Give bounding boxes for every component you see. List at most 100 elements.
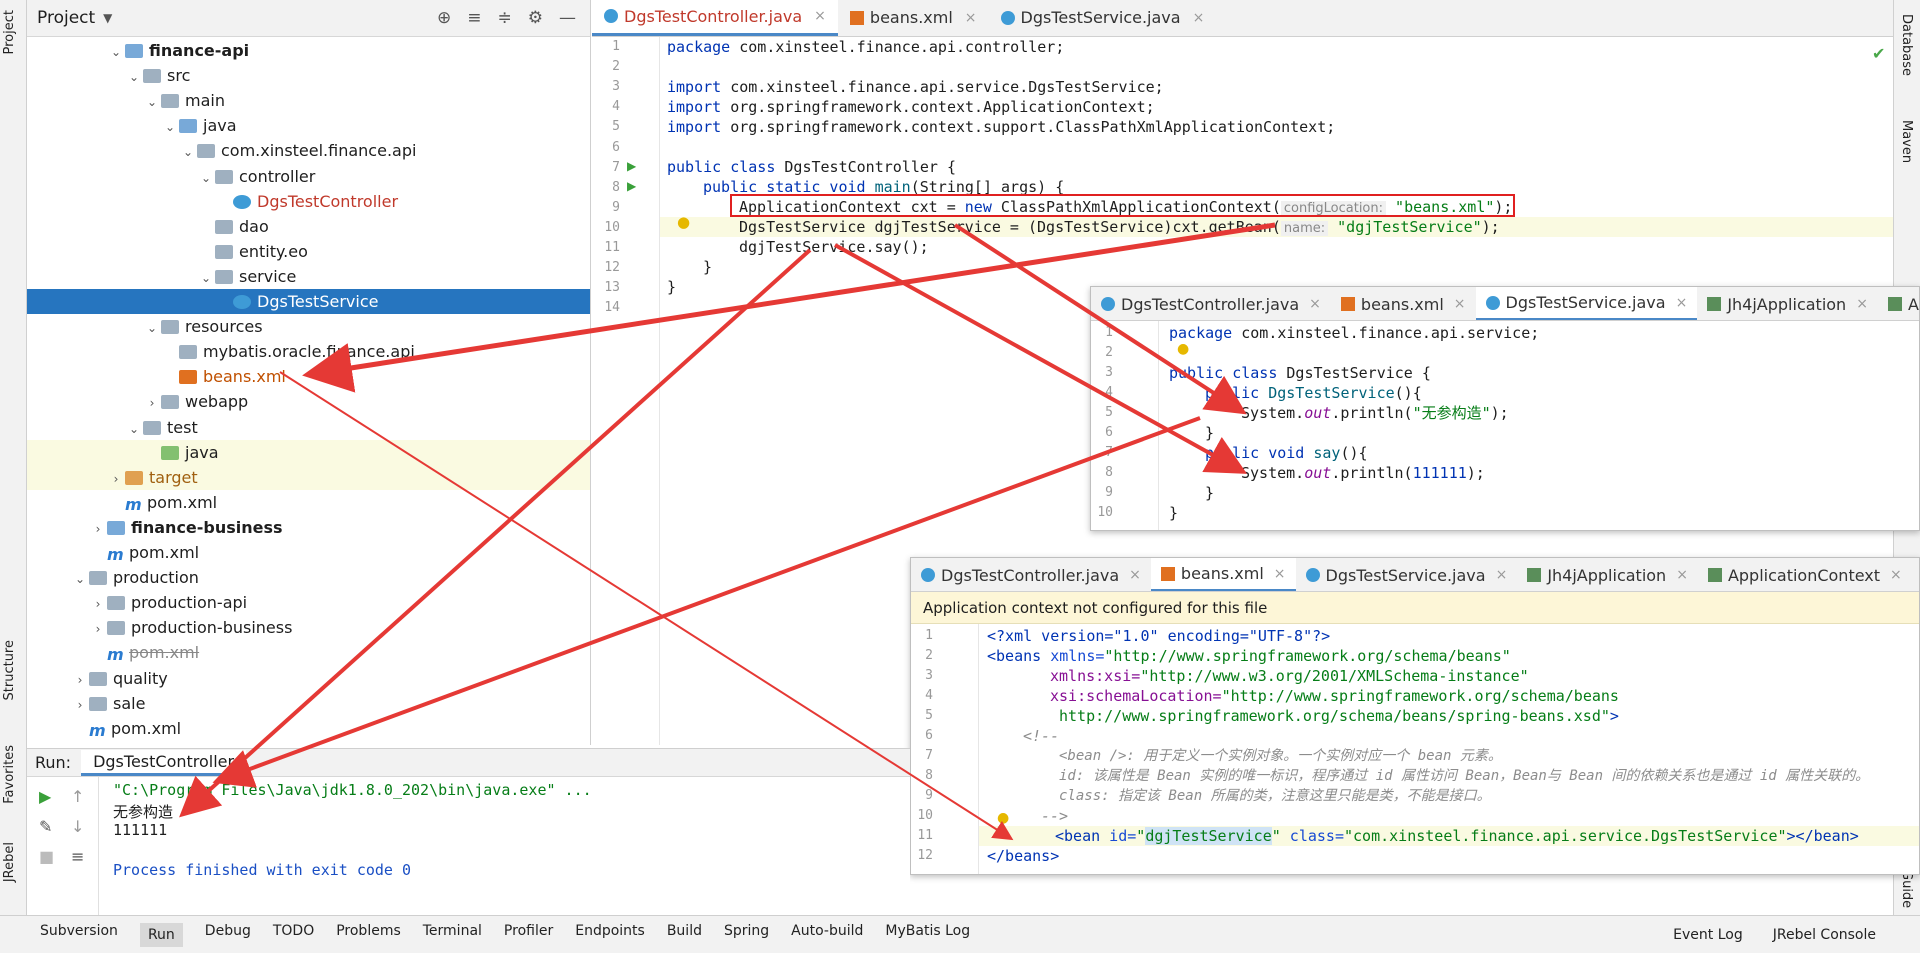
tree-node[interactable]: m pom.xml: [27, 716, 590, 741]
tool-window-button[interactable]: Profiler: [504, 923, 553, 947]
jrebel-tool-tab[interactable]: JRebel: [2, 842, 17, 882]
chevron-down-icon[interactable]: ⌄: [143, 90, 161, 115]
chevron-down-icon[interactable]: ⌄: [71, 567, 89, 592]
chevron-right-icon[interactable]: ›: [143, 391, 161, 416]
editor-tab[interactable]: Applic×: [1878, 287, 1919, 320]
tree-node[interactable]: m pom.xml: [27, 490, 590, 515]
locate-icon[interactable]: ⊕: [437, 8, 451, 28]
tree-node[interactable]: DgsTestController: [27, 189, 590, 214]
expand-all-icon[interactable]: ≡: [467, 8, 481, 28]
tree-node[interactable]: › production-business: [27, 615, 590, 640]
lightbulb-icon[interactable]: ●: [1177, 341, 1189, 357]
close-icon[interactable]: ×: [1454, 296, 1466, 312]
chevron-down-icon[interactable]: ⌄: [179, 140, 197, 165]
tree-node[interactable]: ⌄ src: [27, 63, 590, 88]
tool-window-button[interactable]: Auto-build: [791, 923, 863, 947]
chevron-right-icon[interactable]: ›: [89, 592, 107, 617]
editor-tab[interactable]: beans.xml ×: [838, 0, 989, 36]
tool-window-button[interactable]: Endpoints: [575, 923, 645, 947]
tool-window-button[interactable]: Spring: [724, 923, 769, 947]
editor-tab[interactable]: DgsTestService.java ×: [1296, 558, 1518, 591]
collapse-all-icon[interactable]: ≑: [498, 8, 512, 28]
chevron-right-icon[interactable]: ›: [107, 467, 125, 492]
tree-node[interactable]: › finance-business: [27, 515, 590, 540]
tree-node[interactable]: mybatis.oracle.finance.api: [27, 339, 590, 364]
tree-node[interactable]: java: [27, 439, 590, 465]
editor-tab[interactable]: DgsTestController.java ×: [1091, 287, 1331, 320]
editor-tab[interactable]: DgsTestService.java ×: [989, 0, 1217, 36]
service-preview-code[interactable]: package com.xinsteel.finance.api.service…: [1091, 321, 1919, 530]
tree-node[interactable]: DgsTestService: [27, 289, 590, 314]
run-gutter-icon[interactable]: ▶: [627, 179, 636, 193]
tree-node[interactable]: ⌄ com.xinsteel.finance.api: [27, 138, 590, 163]
close-icon[interactable]: ×: [1496, 567, 1508, 583]
chevron-down-icon[interactable]: ⌄: [125, 417, 143, 442]
tree-node[interactable]: ⌄ service: [27, 264, 590, 289]
hide-icon[interactable]: —: [559, 8, 576, 28]
project-title[interactable]: Project: [37, 8, 95, 28]
editor-tab[interactable]: DgsTestController.java ×: [592, 0, 838, 36]
editor-tab[interactable]: DgsTestController.java ×: [911, 558, 1151, 591]
chevron-right-icon[interactable]: ›: [89, 617, 107, 642]
tool-window-button[interactable]: Run: [139, 922, 183, 947]
status-right-button[interactable]: Event Log: [1673, 927, 1743, 943]
maven-tool-tab[interactable]: Maven: [1899, 120, 1914, 163]
editor-tab[interactable]: beans.xml ×: [1331, 287, 1476, 320]
chevron-down-icon[interactable]: ⌄: [107, 40, 125, 65]
chevron-down-icon[interactable]: ⌄: [197, 266, 215, 291]
close-icon[interactable]: ×: [1309, 296, 1321, 312]
editor-tab[interactable]: DgsTestService.java ×: [1475, 287, 1698, 320]
close-icon[interactable]: ×: [1129, 567, 1141, 583]
tree-node[interactable]: ⌄ resources: [27, 314, 590, 339]
tree-node[interactable]: ⌄ test: [27, 415, 590, 440]
tool-window-button[interactable]: Debug: [205, 923, 251, 947]
tree-node[interactable]: beans.xml: [27, 364, 590, 389]
chevron-down-icon[interactable]: ⌄: [143, 316, 161, 341]
tree-node[interactable]: dao: [27, 214, 590, 239]
tool-window-button[interactable]: Subversion: [40, 923, 118, 947]
close-icon[interactable]: ×: [814, 8, 826, 24]
editor-tab[interactable]: ApplicationContext ×: [1698, 558, 1912, 591]
tree-node[interactable]: ⌄ main: [27, 88, 590, 113]
tool-window-button[interactable]: MyBatis Log: [885, 923, 970, 947]
editor-tab[interactable]: Jh4jApplication ×: [1517, 558, 1698, 591]
editor-tab[interactable]: Jh4jApplication ×: [1697, 287, 1878, 320]
tree-node[interactable]: m pom.xml: [27, 540, 590, 565]
tool-window-button[interactable]: TODO: [273, 923, 314, 947]
close-icon[interactable]: ×: [1890, 567, 1902, 583]
run-gutter-icon[interactable]: ▶: [627, 159, 636, 173]
favorites-tool-tab[interactable]: Favorites: [2, 745, 17, 804]
chevron-down-icon[interactable]: ⌄: [125, 65, 143, 90]
run-config-tab[interactable]: DgsTestController: [81, 749, 247, 776]
tree-node[interactable]: ⌄ java: [27, 113, 590, 138]
editor-tab[interactable]: beans.xml ×: [1150, 558, 1296, 591]
tree-node[interactable]: › production-api: [27, 590, 590, 615]
chevron-down-icon[interactable]: ▼: [103, 11, 112, 25]
lightbulb-icon[interactable]: ●: [677, 213, 690, 231]
tree-node[interactable]: › sale: [27, 691, 590, 716]
close-icon[interactable]: ×: [1274, 566, 1286, 582]
run-console[interactable]: "C:\Program Files\Java\jdk1.8.0_202\bin\…: [27, 777, 910, 916]
close-icon[interactable]: ×: [1193, 10, 1205, 26]
beans-preview-code[interactable]: <?xml version="1.0" encoding="UTF-8"?> <…: [911, 624, 1919, 874]
tree-node[interactable]: entity.eo: [27, 239, 590, 264]
close-icon[interactable]: ×: [965, 10, 977, 26]
chevron-down-icon[interactable]: ⌄: [197, 166, 215, 191]
tree-node[interactable]: › quality: [27, 666, 590, 691]
tree-node[interactable]: m pom.xml: [27, 640, 590, 665]
tool-window-button[interactable]: Problems: [336, 923, 401, 947]
tree-node[interactable]: ⌄ controller: [27, 164, 590, 189]
database-tool-tab[interactable]: Database: [1899, 14, 1914, 76]
close-icon[interactable]: ×: [1856, 296, 1868, 312]
close-icon[interactable]: ×: [1676, 567, 1688, 583]
chevron-right-icon[interactable]: ›: [71, 693, 89, 718]
structure-tool-tab[interactable]: Structure: [2, 640, 17, 700]
close-icon[interactable]: ×: [1676, 295, 1688, 311]
status-right-button[interactable]: JRebel Console: [1773, 927, 1876, 943]
tree-node[interactable]: › webapp: [27, 389, 590, 414]
gear-icon[interactable]: ⚙: [528, 8, 543, 28]
tool-window-button[interactable]: Terminal: [423, 923, 482, 947]
tree-node[interactable]: ⌄ finance-api: [27, 38, 590, 63]
chevron-down-icon[interactable]: ⌄: [161, 115, 179, 140]
tool-window-button[interactable]: Build: [667, 923, 702, 947]
